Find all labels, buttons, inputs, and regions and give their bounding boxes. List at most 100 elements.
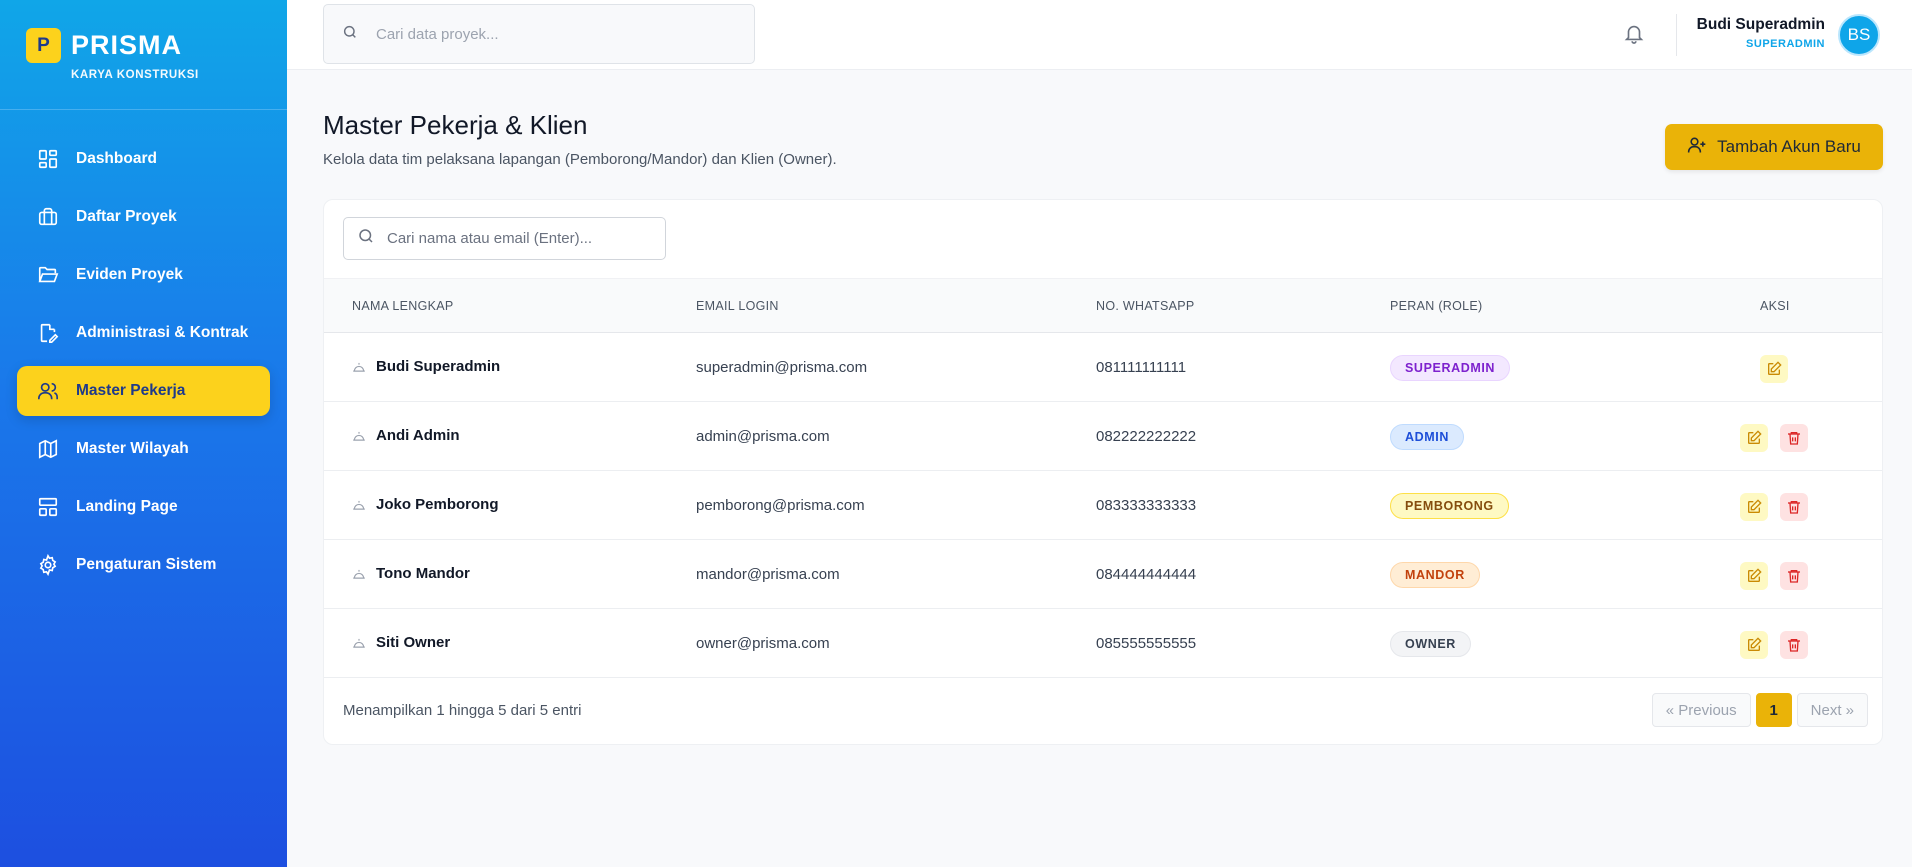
role-badge: SUPERADMIN [1390,355,1511,381]
layout-icon [36,495,60,519]
brand: P PRISMA KARYA KONSTRUKSI [0,0,287,110]
user-role: SUPERADMIN [1746,38,1825,50]
row-name-text: Joko Pemborong [376,496,499,513]
brand-subtitle: KARYA KONSTRUKSI [71,69,199,81]
global-search [323,4,755,64]
table-search-input[interactable] [387,230,657,247]
briefcase-icon [36,205,60,229]
pagination: « Previous 1 Next » [1647,693,1868,727]
table-row: Tono Mandor mandor@prisma.com 0844444444… [324,541,1882,609]
sidebar-item-label: Landing Page [76,498,178,515]
delete-button[interactable] [1780,424,1808,452]
row-name: Joko Pemborong [352,496,499,513]
row-whatsapp: 085555555555 [1096,635,1197,652]
delete-button[interactable] [1780,562,1808,590]
global-search-input[interactable] [376,25,736,43]
brand-logo[interactable]: P [26,28,61,63]
user-name[interactable]: Budi Superadmin [1697,16,1825,34]
avatar[interactable]: BS [1838,14,1880,56]
column-header-role[interactable]: PERAN (ROLE) [1390,299,1483,313]
edit-icon [1748,499,1762,513]
users-icon [36,379,60,403]
role-badge: ADMIN [1390,424,1464,450]
column-header-email[interactable]: EMAIL LOGIN [696,299,779,313]
delete-button[interactable] [1780,493,1808,521]
add-account-button[interactable]: Tambah Akun Baru [1665,124,1883,170]
sidebar-item-label: Dashboard [76,150,157,167]
dashboard-grid-icon [36,147,60,171]
trash-icon [1788,570,1800,583]
add-account-label: Tambah Akun Baru [1717,137,1861,156]
row-email: superadmin@prisma.com [696,359,868,376]
user-icon [352,636,366,650]
row-whatsapp: 081111111111 [1096,359,1187,376]
search-icon [342,24,358,45]
table-row: Budi Superadmin superadmin@prisma.com 08… [324,334,1882,402]
topbar: Budi Superadmin SUPERADMIN BS [287,0,1912,70]
row-email: owner@prisma.com [696,635,830,652]
divider [1676,14,1677,56]
row-name: Andi Admin [352,427,460,444]
trash-icon [1788,501,1800,514]
table-row: Andi Admin admin@prisma.com 082222222222… [324,403,1882,471]
sidebar-item-label: Eviden Proyek [76,266,183,283]
row-name-text: Budi Superadmin [376,358,501,375]
gear-icon [36,553,60,577]
user-icon [352,498,366,512]
sidebar-item-label: Master Pekerja [76,382,186,399]
edit-icon [1748,637,1762,651]
row-whatsapp: 082222222222 [1096,428,1197,445]
workers-table-card: NAMA LENGKAP EMAIL LOGIN NO. WHATSAPP PE… [323,199,1883,745]
search-icon [357,227,375,250]
sidebar-item-administrasi-kontrak[interactable]: Administrasi & Kontrak [17,308,270,358]
table-header: NAMA LENGKAP EMAIL LOGIN NO. WHATSAPP PE… [324,278,1882,333]
user-icon [352,360,366,374]
row-name: Siti Owner [352,634,450,651]
user-icon [352,429,366,443]
row-whatsapp: 083333333333 [1096,497,1197,514]
delete-button[interactable] [1780,631,1808,659]
row-name: Budi Superadmin [352,358,500,375]
edit-button[interactable] [1760,355,1788,383]
role-badge: MANDOR [1390,562,1480,588]
edit-icon [1748,430,1762,444]
sidebar-item-eviden-proyek[interactable]: Eviden Proyek [17,250,270,300]
pagination-page-1[interactable]: 1 [1755,693,1792,727]
role-badge: PEMBORONG [1390,493,1509,519]
edit-button[interactable] [1740,493,1768,521]
row-name: Tono Mandor [352,565,470,582]
map-icon [36,437,60,461]
sidebar-item-daftar-proyek[interactable]: Daftar Proyek [17,192,270,242]
table-row: Joko Pemborong pemborong@prisma.com 0833… [324,472,1882,540]
document-edit-icon [36,321,60,345]
pagination-previous[interactable]: « Previous [1651,693,1751,727]
column-header-whatsapp[interactable]: NO. WHATSAPP [1096,299,1195,313]
column-header-action: AKSI [1760,299,1790,313]
table-row: Siti Owner owner@prisma.com 085555555555… [324,610,1882,678]
column-header-name[interactable]: NAMA LENGKAP [352,299,454,313]
pagination-next[interactable]: Next » [1796,693,1868,727]
row-email: mandor@prisma.com [696,566,840,583]
sidebar-item-landing-page[interactable]: Landing Page [17,482,270,532]
sidebar-nav: Dashboard Daftar Proyek Eviden Proyek Ad… [0,110,287,590]
brand-name[interactable]: PRISMA [71,30,182,61]
edit-button[interactable] [1740,562,1768,590]
row-whatsapp: 084444444444 [1096,566,1197,583]
sidebar-item-master-pekerja[interactable]: Master Pekerja [17,366,270,416]
trash-icon [1788,639,1800,652]
edit-icon [1768,361,1782,375]
edit-button[interactable] [1740,631,1768,659]
sidebar-item-dashboard[interactable]: Dashboard [17,134,270,184]
table-search [343,217,666,260]
page-subtitle: Kelola data tim pelaksana lapangan (Pemb… [323,151,837,168]
sidebar-item-pengaturan-sistem[interactable]: Pengaturan Sistem [17,540,270,590]
trash-icon [1788,432,1800,445]
sidebar-item-label: Pengaturan Sistem [76,556,217,573]
bell-icon[interactable] [1623,22,1647,46]
sidebar-item-label: Master Wilayah [76,440,189,457]
sidebar-item-master-wilayah[interactable]: Master Wilayah [17,424,270,474]
page-title: Master Pekerja & Klien [323,110,588,140]
edit-button[interactable] [1740,424,1768,452]
sidebar-item-label: Administrasi & Kontrak [76,324,249,341]
sidebar-item-label: Daftar Proyek [76,208,177,225]
